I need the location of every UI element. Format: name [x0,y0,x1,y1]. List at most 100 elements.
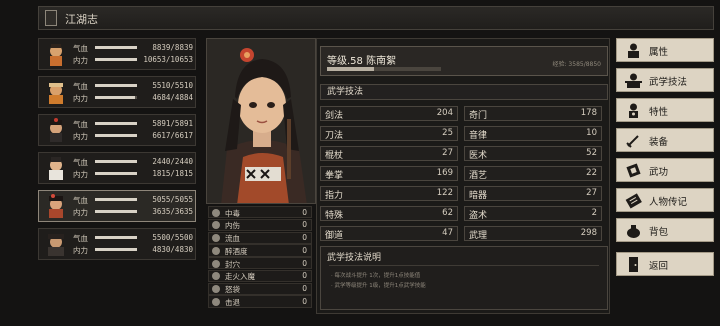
sword-icon [626,135,639,148]
menu-button-bag[interactable]: 背包 [616,218,714,242]
description-title: 武学技法说明 [327,253,382,263]
character-portrait-icon [50,44,62,66]
character-portrait [206,38,316,204]
status-value: 0 [302,245,307,255]
status-effect-row: 走火入魔 0 [208,269,312,283]
mp-label: 内力 [73,56,88,65]
status-effect-row: 内伤 0 [208,218,312,231]
hp-value: 5055/5055 [152,195,193,204]
status-effect-row: 醉酒度 0 [208,244,312,257]
skill-value: 47 [442,228,453,238]
skill-name: 拳掌 [325,171,344,181]
status-name: 中毒 [225,208,240,218]
party-member-card[interactable]: 气血 5500/5500 内力 4830/4830 [38,228,196,260]
status-name: 走火入魔 [225,272,255,282]
hp-label: 气血 [73,44,88,53]
skill-name: 武理 [469,231,488,241]
menu-button-martial-skills[interactable]: 武学技法 [616,68,714,92]
traits-icon [629,103,638,118]
character-name-box: 等级.58 陈南絮 经验: 3585/8850 [320,46,608,76]
mp-value: 6617/6617 [152,131,193,140]
hp-label: 气血 [73,196,88,205]
hp-bar [95,122,137,125]
status-name: 醉酒度 [225,246,248,256]
status-effect-row: 封穴 0 [208,257,312,270]
party-member-card[interactable]: 气血 8839/8839 内力 10653/10653 [38,38,196,70]
menu-label: 装备 [649,137,669,148]
poison-icon [212,208,220,217]
internal-injury-icon [212,221,220,230]
menu-button-biography[interactable]: 人物传记 [616,188,714,212]
party-member-card[interactable]: 气血 5510/5510 内力 4684/4884 [38,76,196,108]
party-member-card[interactable]: 气血 2440/2440 内力 1815/1815 [38,152,196,184]
mp-bar [95,134,137,137]
skill-value: 27 [586,188,597,198]
menu-button-back[interactable]: 返回 [616,252,714,276]
skill-value: 62 [442,208,453,218]
attributes-icon [628,43,639,58]
status-value: 0 [302,207,307,217]
skill-row-staff: 棍杖 27 [320,146,458,161]
martial-skills-icon [625,73,642,88]
hp-value: 8839/8839 [152,43,193,52]
skill-name: 御道 [325,231,344,241]
skill-value: 169 [436,168,453,178]
skill-row-theft: 盗术 2 [464,206,602,221]
hp-value: 5510/5510 [152,81,193,90]
skill-row-wine: 酒艺 22 [464,166,602,181]
mp-bar [95,96,137,99]
status-name: 击退 [225,297,240,307]
experience-bar [327,67,441,71]
menu-label: 属性 [649,47,669,58]
character-portrait-icon [48,234,64,256]
skill-row-blade: 刀法 25 [320,126,458,141]
skill-value: 52 [586,148,597,158]
skill-value: 298 [580,228,597,238]
mp-value: 3635/3635 [152,207,193,216]
status-value: 0 [302,233,307,243]
skills-description-box: 武学技法说明 · 每次战斗提升 1次，提升1点技能值 · 武学等级提升 1级，提… [320,246,608,310]
skill-row-finger: 指力 122 [320,186,458,201]
mp-value: 4684/4884 [152,93,193,102]
bleeding-icon [212,234,220,243]
status-value: 0 [302,284,307,294]
character-portrait-icon [50,118,62,142]
menu-label: 返回 [649,261,669,272]
knockback-icon [212,297,220,306]
character-portrait-icon [49,83,63,104]
status-name: 封穴 [225,259,240,269]
skill-row-special: 特殊 62 [320,206,458,221]
party-member-card-selected[interactable]: 气血 5055/5055 内力 3635/3635 [38,190,196,222]
experience-text: 经验: 3585/8850 [552,61,602,68]
status-effect-row: 怒袋 0 [208,282,312,295]
status-value: 0 [302,258,307,268]
mp-bar [95,210,137,213]
bag-icon [627,225,640,238]
skill-row-medicine: 医术 52 [464,146,602,161]
menu-button-equipment[interactable]: 装备 [616,128,714,152]
hp-label: 气血 [73,158,88,167]
skill-name: 音律 [469,131,488,141]
party-member-card[interactable]: 气血 5891/5891 内力 6617/6617 [38,114,196,146]
top-title-bar: 江湖志 [38,6,714,30]
character-portrait-icon [49,194,63,218]
hp-label: 气血 [73,82,88,91]
mp-bar [95,58,137,61]
hp-label: 气血 [73,234,88,243]
hp-bar [95,236,137,239]
status-value: 0 [302,271,307,281]
hp-value: 5500/5500 [152,233,193,242]
status-effects-list: 中毒 0 内伤 0 流血 0 醉酒度 0 封穴 0 走火入魔 0 怒袋 0 击退 0 [208,206,312,308]
mp-value: 10653/10653 [143,55,193,64]
menu-label: 人物传记 [649,197,688,208]
menu-button-attributes[interactable]: 属性 [616,38,714,62]
skill-row-formation: 奇门 178 [464,106,602,121]
skill-name: 奇门 [469,111,488,121]
menu-button-kungfu[interactable]: 武功 [616,158,714,182]
menu-button-traits[interactable]: 特性 [616,98,714,122]
mp-bar [95,248,137,251]
skill-name: 棍杖 [325,151,344,161]
status-effect-row: 击退 0 [208,295,312,308]
skills-section-header: 武学技法 [320,84,608,100]
status-value: 0 [302,296,307,306]
